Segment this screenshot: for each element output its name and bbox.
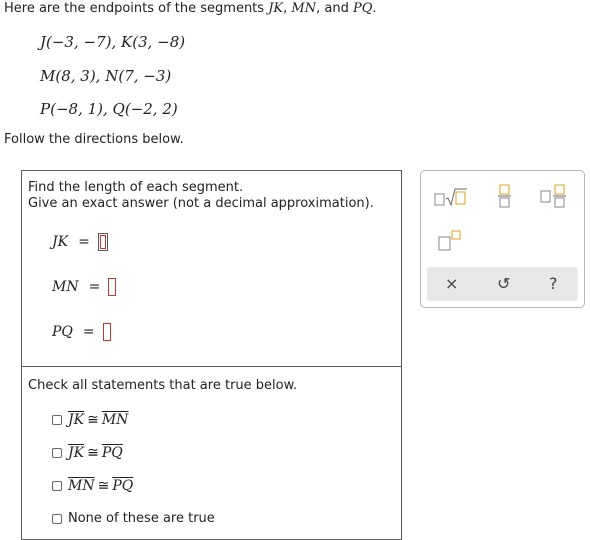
- help-icon[interactable]: ?: [549, 274, 558, 293]
- statement-none[interactable]: None of these are true: [52, 511, 215, 526]
- answer-row-mn: MN =: [52, 276, 117, 298]
- answer-row-jk: JK =: [52, 231, 108, 253]
- fraction-icon[interactable]: [498, 184, 512, 208]
- question-panel: Find the length of each segment. Give an…: [21, 170, 402, 540]
- clear-icon[interactable]: ×: [445, 274, 458, 293]
- length-section: Find the length of each segment. Give an…: [22, 171, 401, 367]
- points-pq: P(−8, 1), Q(−2, 2): [40, 100, 178, 118]
- follow-directions: Follow the directions below.: [4, 132, 184, 147]
- square-root-icon[interactable]: [434, 187, 468, 207]
- answer-input-jk[interactable]: [97, 233, 108, 251]
- seg-pq: PQ: [352, 1, 373, 16]
- checkbox-jk-pq[interactable]: [52, 448, 62, 458]
- checkbox-none[interactable]: [52, 513, 62, 524]
- statement-mn-pq[interactable]: MN ≅ PQ: [52, 478, 133, 494]
- points-mn: M(8, 3), N(7, −3): [40, 67, 172, 85]
- points-jk: J(−3, −7), K(3, −8): [40, 33, 186, 51]
- answer-row-pq: PQ =: [52, 321, 111, 343]
- seg-jk: JK: [268, 1, 284, 16]
- answer-input-pq[interactable]: [102, 323, 111, 341]
- checkbox-jk-mn[interactable]: [52, 415, 62, 425]
- answer-input-mn[interactable]: [108, 278, 117, 296]
- palette-actions: × ↺ ?: [427, 267, 578, 301]
- instruction-line2: Give an exact answer (not a decimal appr…: [28, 196, 374, 211]
- exponent-icon[interactable]: [438, 230, 464, 252]
- checkbox-mn-pq[interactable]: [52, 481, 62, 491]
- check-instruction: Check all statements that are true below…: [28, 378, 298, 393]
- seg-mn: MN: [291, 1, 317, 16]
- mixed-number-icon[interactable]: [540, 184, 568, 208]
- undo-icon[interactable]: ↺: [497, 274, 510, 293]
- instruction-line1: Find the length of each segment.: [28, 180, 244, 195]
- statement-jk-mn[interactable]: JK ≅ MN: [52, 412, 128, 428]
- math-palette: × ↺ ?: [420, 170, 585, 308]
- statement-jk-pq[interactable]: JK ≅ PQ: [52, 445, 123, 461]
- problem-intro: Here are the endpoints of the segments J…: [4, 1, 377, 16]
